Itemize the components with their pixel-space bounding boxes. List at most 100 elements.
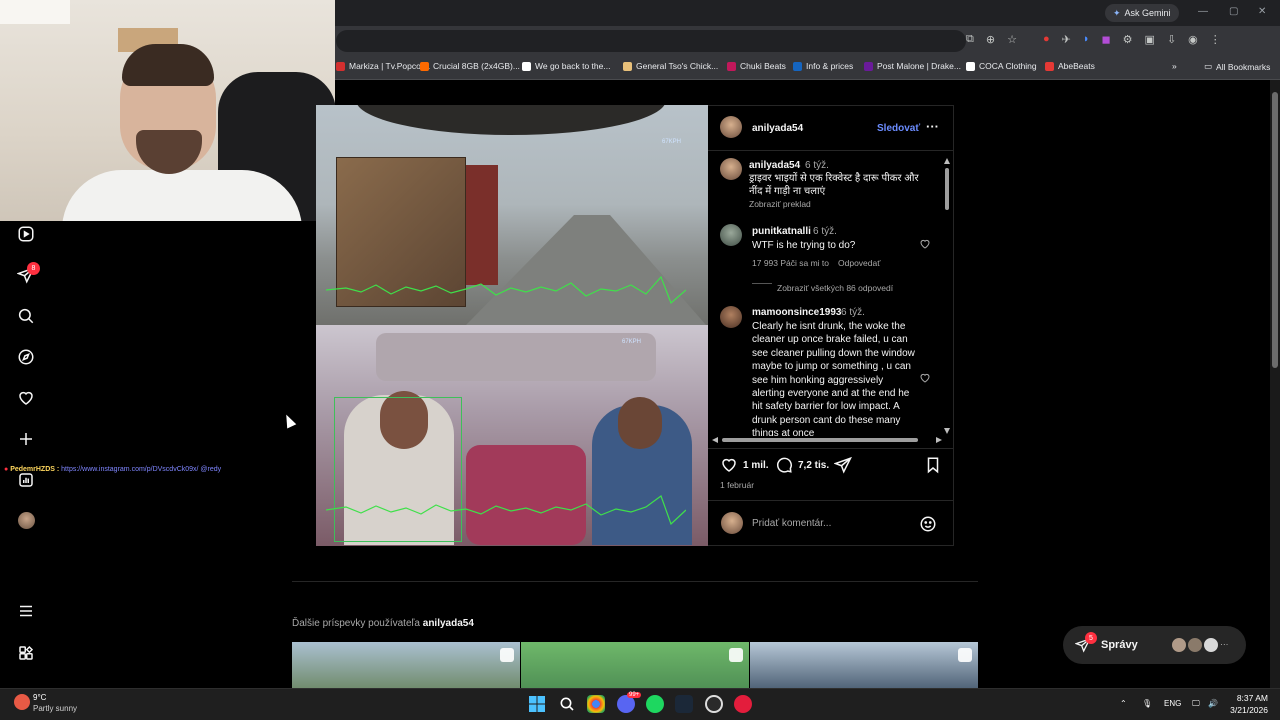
like-action[interactable]: 1 mil. bbox=[720, 456, 769, 474]
bookmark-item[interactable]: We go back to the... bbox=[522, 61, 610, 71]
extension-red-icon[interactable]: ● bbox=[1043, 33, 1050, 46]
bookmark-favicon-icon bbox=[793, 61, 802, 71]
language-indicator[interactable]: ENG bbox=[1164, 699, 1181, 708]
heart-notifications-icon[interactable] bbox=[16, 388, 36, 408]
bookmark-item[interactable]: Info & prices bbox=[793, 61, 853, 71]
app-red-taskbar-icon[interactable] bbox=[734, 695, 752, 713]
chat-link[interactable]: https://www.instagram.com/p/DVscdvCk09x/… bbox=[61, 466, 221, 473]
ask-gemini-button[interactable]: ✦ Ask Gemini bbox=[1105, 4, 1179, 22]
profile-avatar-sidebar[interactable] bbox=[18, 512, 35, 529]
microphone-icon[interactable]: 🎙 bbox=[1142, 699, 1152, 708]
caption-username[interactable]: anilyada54 bbox=[749, 160, 800, 171]
volume-icon[interactable]: 🔊 bbox=[1208, 699, 1218, 708]
extension-blue-icon[interactable]: ◗ bbox=[1083, 33, 1090, 46]
emoji-icon[interactable] bbox=[919, 515, 937, 533]
bookmark-label: AbeBeats bbox=[1058, 61, 1095, 71]
chrome-menu-icon[interactable]: ⋮ bbox=[1210, 33, 1221, 46]
bookmark-favicon-icon bbox=[1045, 61, 1054, 71]
more-post-thumb-3[interactable] bbox=[750, 642, 978, 690]
comment-1-likes[interactable]: 17 993 Páči sa mi to bbox=[752, 258, 829, 268]
install-app-icon[interactable]: ⧉ bbox=[966, 33, 974, 46]
comment-2-like-icon[interactable] bbox=[919, 372, 931, 384]
comment-avatar-1[interactable] bbox=[720, 224, 742, 246]
comment-1-like-icon[interactable] bbox=[919, 238, 931, 250]
bookmark-item[interactable]: Markiza | Tv.Popcor... bbox=[336, 61, 430, 71]
start-windows-icon[interactable] bbox=[529, 696, 545, 712]
minimize-button[interactable]: — bbox=[1198, 6, 1208, 17]
comments-h-scrollbar[interactable] bbox=[712, 437, 942, 443]
also-from-meta-icon[interactable] bbox=[16, 643, 36, 663]
comment-2-username[interactable]: mamoonsince1993 bbox=[752, 307, 842, 318]
downloads-icon[interactable]: ⇩ bbox=[1167, 33, 1176, 46]
search-icon[interactable] bbox=[16, 306, 36, 326]
tray-overflow-icon[interactable]: ⌃ bbox=[1120, 699, 1127, 708]
bookmark-item[interactable]: Chuki Beats bbox=[727, 61, 786, 71]
spotify-taskbar-icon[interactable] bbox=[646, 695, 664, 713]
bookmark-label: Chuki Beats bbox=[740, 61, 786, 71]
create-plus-icon[interactable] bbox=[16, 429, 36, 449]
bookmark-item[interactable]: Post Malone | Drake... bbox=[864, 61, 961, 71]
extension-purple-icon[interactable]: ◼ bbox=[1102, 33, 1111, 46]
chat-user-dot: ● bbox=[4, 466, 9, 473]
comment-1-username[interactable]: punitkatnalli bbox=[752, 226, 811, 237]
comment-1-reply[interactable]: Odpovedať bbox=[838, 258, 880, 268]
network-icon[interactable]: 🖵 bbox=[1192, 699, 1200, 709]
author-username[interactable]: anilyada54 bbox=[752, 123, 803, 134]
follow-button[interactable]: Sledovať bbox=[877, 123, 920, 134]
explore-icon[interactable] bbox=[16, 347, 36, 367]
more-post-thumb-2[interactable] bbox=[521, 642, 749, 690]
save-bookmark-icon[interactable] bbox=[924, 456, 942, 474]
message-avatar-2 bbox=[1187, 637, 1203, 653]
all-bookmarks[interactable]: ▭ All Bookmarks bbox=[1204, 61, 1270, 72]
menu-hamburger-icon[interactable] bbox=[16, 601, 36, 621]
reels-icon[interactable] bbox=[16, 224, 36, 244]
discord-badge: 99+ bbox=[627, 692, 642, 698]
waveform-bottom bbox=[326, 495, 686, 525]
comment-action[interactable]: 7,2 tis. bbox=[775, 456, 829, 474]
profile-avatar[interactable]: ◉ bbox=[1188, 33, 1198, 46]
bookmark-item[interactable]: Crucial 8GB (2x4GB)... bbox=[420, 61, 520, 71]
see-translation-link[interactable]: Zobraziť preklad bbox=[749, 199, 811, 209]
page-scroll-thumb[interactable] bbox=[1272, 92, 1278, 368]
view-replies-link[interactable]: Zobraziť všetkých 86 odpovedí bbox=[777, 283, 893, 293]
caption-avatar[interactable] bbox=[720, 158, 742, 180]
like-heart-icon[interactable] bbox=[720, 456, 738, 474]
clock-date[interactable]: 3/21/2026 bbox=[1222, 705, 1268, 715]
clock-time[interactable]: 8:37 AM bbox=[1236, 693, 1268, 703]
maximize-button[interactable]: ▢ bbox=[1229, 6, 1238, 17]
bookmark-item[interactable]: AbeBeats bbox=[1045, 61, 1095, 71]
more-posts-user[interactable]: anilyada54 bbox=[423, 618, 474, 629]
address-bar[interactable] bbox=[336, 30, 966, 52]
streamer-beard bbox=[136, 130, 202, 174]
dashboard-icon[interactable] bbox=[16, 470, 36, 490]
taskbar-search-icon[interactable] bbox=[559, 696, 575, 712]
share-icon[interactable] bbox=[834, 456, 852, 474]
comments-count: 7,2 tis. bbox=[798, 459, 830, 471]
add-comment-input[interactable]: Pridať komentár... bbox=[752, 518, 831, 529]
bookmark-item[interactable]: General Tso's Chick... bbox=[623, 61, 718, 71]
extension-grey-icon[interactable]: ✈ bbox=[1062, 33, 1071, 46]
comment-avatar-2[interactable] bbox=[720, 306, 742, 328]
more-options-icon[interactable]: ··· bbox=[926, 119, 939, 134]
weather-icon[interactable] bbox=[14, 694, 30, 710]
notification-badge: 8 bbox=[27, 262, 40, 275]
side-panel-icon[interactable]: ▣ bbox=[1145, 33, 1155, 46]
reel-icon bbox=[958, 648, 972, 662]
obs-taskbar-icon[interactable] bbox=[705, 695, 723, 713]
webcam-shelf bbox=[0, 0, 70, 24]
extensions-puzzle-icon[interactable]: ⚙ bbox=[1123, 33, 1133, 46]
steam-taskbar-icon[interactable] bbox=[675, 695, 693, 713]
comments-scrollbar[interactable] bbox=[944, 158, 950, 434]
close-window-button[interactable]: ✕ bbox=[1258, 6, 1266, 17]
chrome-taskbar-icon[interactable] bbox=[587, 695, 605, 713]
author-avatar[interactable] bbox=[720, 116, 742, 138]
speed-readout-bottom: 67KPH bbox=[622, 339, 642, 345]
bookmark-item[interactable]: COCA Clothing bbox=[966, 61, 1037, 71]
zoom-icon[interactable]: ⊕ bbox=[986, 33, 995, 46]
bookmark-favicon-icon bbox=[623, 61, 632, 71]
more-post-thumb-1[interactable] bbox=[292, 642, 520, 690]
bookmarks-overflow-icon[interactable]: » bbox=[1172, 61, 1177, 71]
bookmark-star-icon[interactable]: ☆ bbox=[1007, 33, 1017, 46]
comment-bubble-icon[interactable] bbox=[775, 456, 793, 474]
post-video[interactable]: 67KPH 67KPH bbox=[316, 105, 708, 546]
